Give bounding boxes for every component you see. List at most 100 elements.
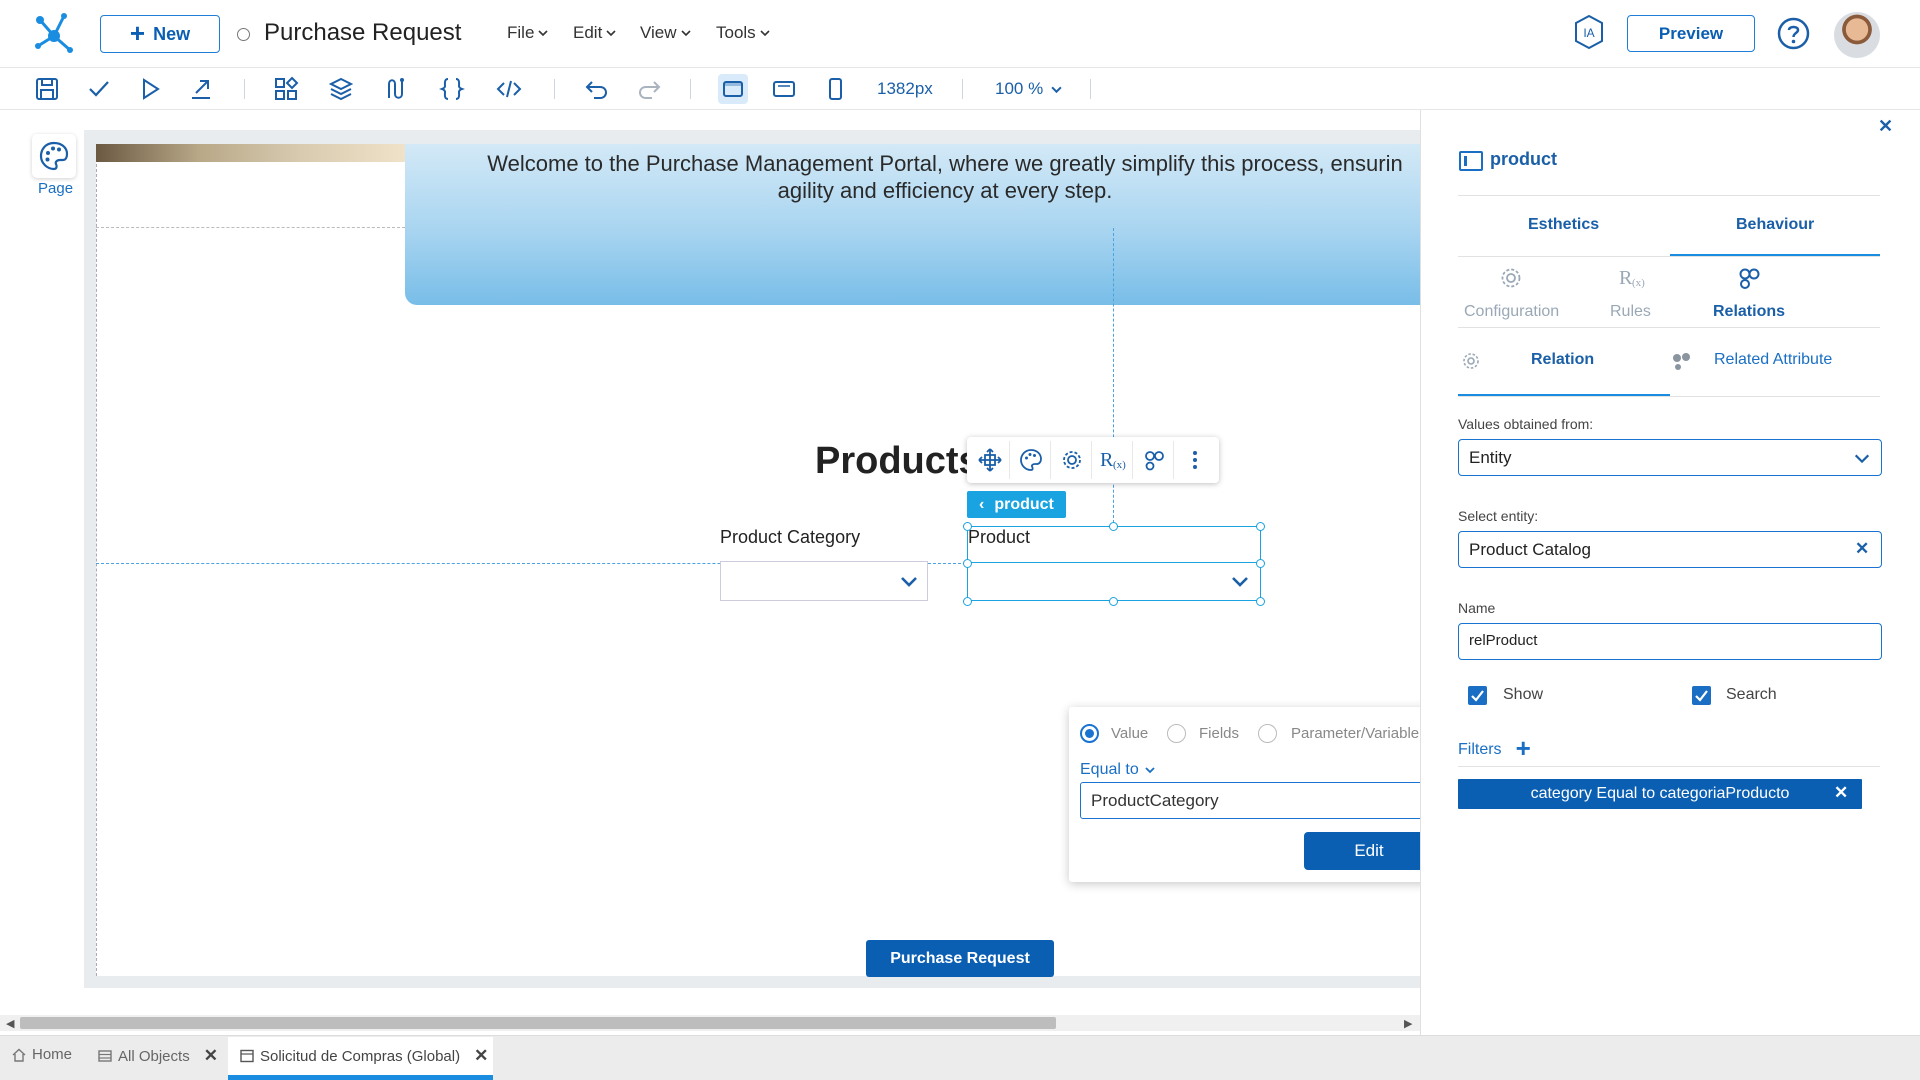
name-input[interactable]: relProduct [1458, 623, 1882, 660]
values-from-value: Entity [1469, 448, 1512, 467]
chevron-down-icon [1232, 577, 1248, 587]
filters-header: Filters + [1458, 735, 1531, 761]
clear-icon[interactable]: ✕ [1855, 539, 1869, 559]
close-icon[interactable]: ✕ [1878, 116, 1893, 137]
selected-element-tag[interactable]: ‹ product [967, 491, 1066, 518]
radio-value[interactable] [1080, 724, 1099, 743]
tab-esthetics[interactable]: Esthetics [1528, 216, 1599, 234]
run-icon[interactable] [137, 76, 163, 102]
preview-button[interactable]: Preview [1627, 15, 1755, 52]
radio-parameter-variable[interactable] [1258, 724, 1277, 743]
filter-edit-button[interactable]: Edit [1304, 832, 1434, 870]
configuration-button[interactable] [1053, 441, 1092, 479]
zoom-dropdown[interactable]: 100 % [995, 79, 1062, 99]
subtab-rules[interactable]: Rules [1610, 303, 1651, 321]
remove-filter-icon[interactable]: ✕ [1834, 783, 1848, 803]
move-icon [978, 448, 1002, 472]
scrollbar-thumb[interactable] [20, 1017, 1056, 1029]
resize-handle[interactable] [963, 522, 972, 531]
subtab-configuration[interactable]: Configuration [1464, 303, 1559, 321]
tab-related-attribute[interactable]: Related Attribute [1714, 351, 1832, 369]
menu-edit[interactable]: Edit [573, 23, 616, 43]
select-entity-value: Product Catalog [1469, 540, 1591, 559]
filter-value-input[interactable]: ProductCategory [1080, 782, 1434, 819]
mobile-icon[interactable] [822, 76, 848, 102]
tab-all-objects-label: All Objects [118, 1047, 190, 1065]
resize-handle[interactable] [1256, 597, 1265, 606]
resize-handle[interactable] [1109, 597, 1118, 606]
rules-button[interactable]: R (x) [1094, 441, 1133, 479]
publish-icon[interactable] [188, 76, 214, 102]
save-icon[interactable] [34, 76, 60, 102]
redo-icon[interactable] [636, 76, 662, 102]
rules-icon[interactable]: R (x) [1616, 264, 1648, 292]
tab-all-objects[interactable]: All Objects ✕ [98, 1046, 218, 1066]
menu-tools[interactable]: Tools [716, 23, 770, 43]
tab-active-document[interactable]: Solicitud de Compras (Global) ✕ [228, 1037, 493, 1080]
chevron-down-icon [538, 30, 548, 37]
gear-icon[interactable] [1497, 264, 1525, 292]
product-select[interactable] [968, 562, 1260, 600]
app-logo-icon[interactable] [34, 12, 74, 54]
subtab-relations[interactable]: Relations [1713, 303, 1785, 321]
select-entity-field[interactable]: Product Catalog ✕ [1458, 531, 1882, 568]
help-icon[interactable] [1777, 17, 1810, 50]
menu-view[interactable]: View [640, 23, 691, 43]
scroll-left-arrow-icon[interactable]: ◀ [6, 1017, 14, 1030]
page-settings-button[interactable] [32, 134, 76, 178]
list-icon [98, 1050, 112, 1062]
code-braces-icon[interactable] [439, 76, 465, 102]
close-icon[interactable]: ✕ [474, 1046, 488, 1066]
resize-handle[interactable] [963, 559, 972, 568]
flow-icon[interactable] [383, 76, 409, 102]
esthetics-button[interactable] [1012, 441, 1051, 479]
components-icon[interactable] [273, 76, 299, 102]
more-options-button[interactable] [1176, 441, 1215, 479]
tab-home[interactable]: Home [12, 1046, 72, 1063]
products-heading[interactable]: Products [815, 440, 980, 483]
radio-parameter-variable-label: Parameter/Variable [1291, 725, 1420, 742]
menu-file-label: File [507, 23, 535, 42]
resize-handle[interactable] [1256, 559, 1265, 568]
desktop-view-button[interactable] [718, 74, 748, 104]
purchase-request-button[interactable]: Purchase Request [866, 940, 1054, 977]
checkmark-icon [1695, 690, 1708, 702]
tab-relation[interactable]: Relation [1531, 351, 1594, 369]
resize-handle[interactable] [963, 597, 972, 606]
home-icon [12, 1048, 26, 1062]
show-checkbox[interactable] [1468, 686, 1487, 705]
tab-behaviour[interactable]: Behaviour [1736, 216, 1814, 234]
radio-fields[interactable] [1167, 724, 1186, 743]
resize-handle[interactable] [1256, 522, 1265, 531]
hero-text: Welcome to the Purchase Management Porta… [487, 151, 1403, 203]
tablet-icon[interactable] [771, 76, 797, 102]
scroll-right-arrow-icon[interactable]: ▶ [1404, 1017, 1412, 1030]
search-checkbox[interactable] [1692, 686, 1711, 705]
filter-chip[interactable]: category Equal to categoriaProducto [1458, 779, 1862, 809]
move-button[interactable] [971, 441, 1010, 479]
show-label: Show [1503, 686, 1544, 703]
product-category-select[interactable] [720, 561, 928, 601]
menu-file[interactable]: File [507, 23, 548, 43]
check-icon[interactable] [86, 76, 112, 102]
resize-handle[interactable] [1109, 522, 1118, 531]
new-button[interactable]: + New [100, 15, 220, 53]
header-image[interactable] [96, 144, 405, 162]
relations-button[interactable] [1135, 441, 1174, 479]
menu-view-label: View [640, 23, 677, 42]
user-avatar[interactable] [1834, 12, 1880, 58]
ia-assistant-button[interactable]: IA [1571, 14, 1607, 50]
form-icon [240, 1049, 254, 1063]
relations-icon[interactable] [1735, 264, 1763, 292]
zoom-value: 100 % [995, 79, 1044, 98]
product-label: Product [968, 527, 1031, 547]
values-from-select[interactable]: Entity [1458, 439, 1882, 476]
properties-panel [1420, 110, 1920, 1035]
layers-icon[interactable] [328, 76, 354, 102]
add-filter-icon[interactable]: + [1516, 735, 1531, 761]
close-icon[interactable]: ✕ [204, 1046, 218, 1066]
canvas-width-value[interactable]: 1382px [877, 79, 933, 99]
undo-icon[interactable] [584, 76, 610, 102]
html-code-icon[interactable] [496, 76, 522, 102]
operator-dropdown[interactable]: Equal to [1080, 761, 1155, 779]
